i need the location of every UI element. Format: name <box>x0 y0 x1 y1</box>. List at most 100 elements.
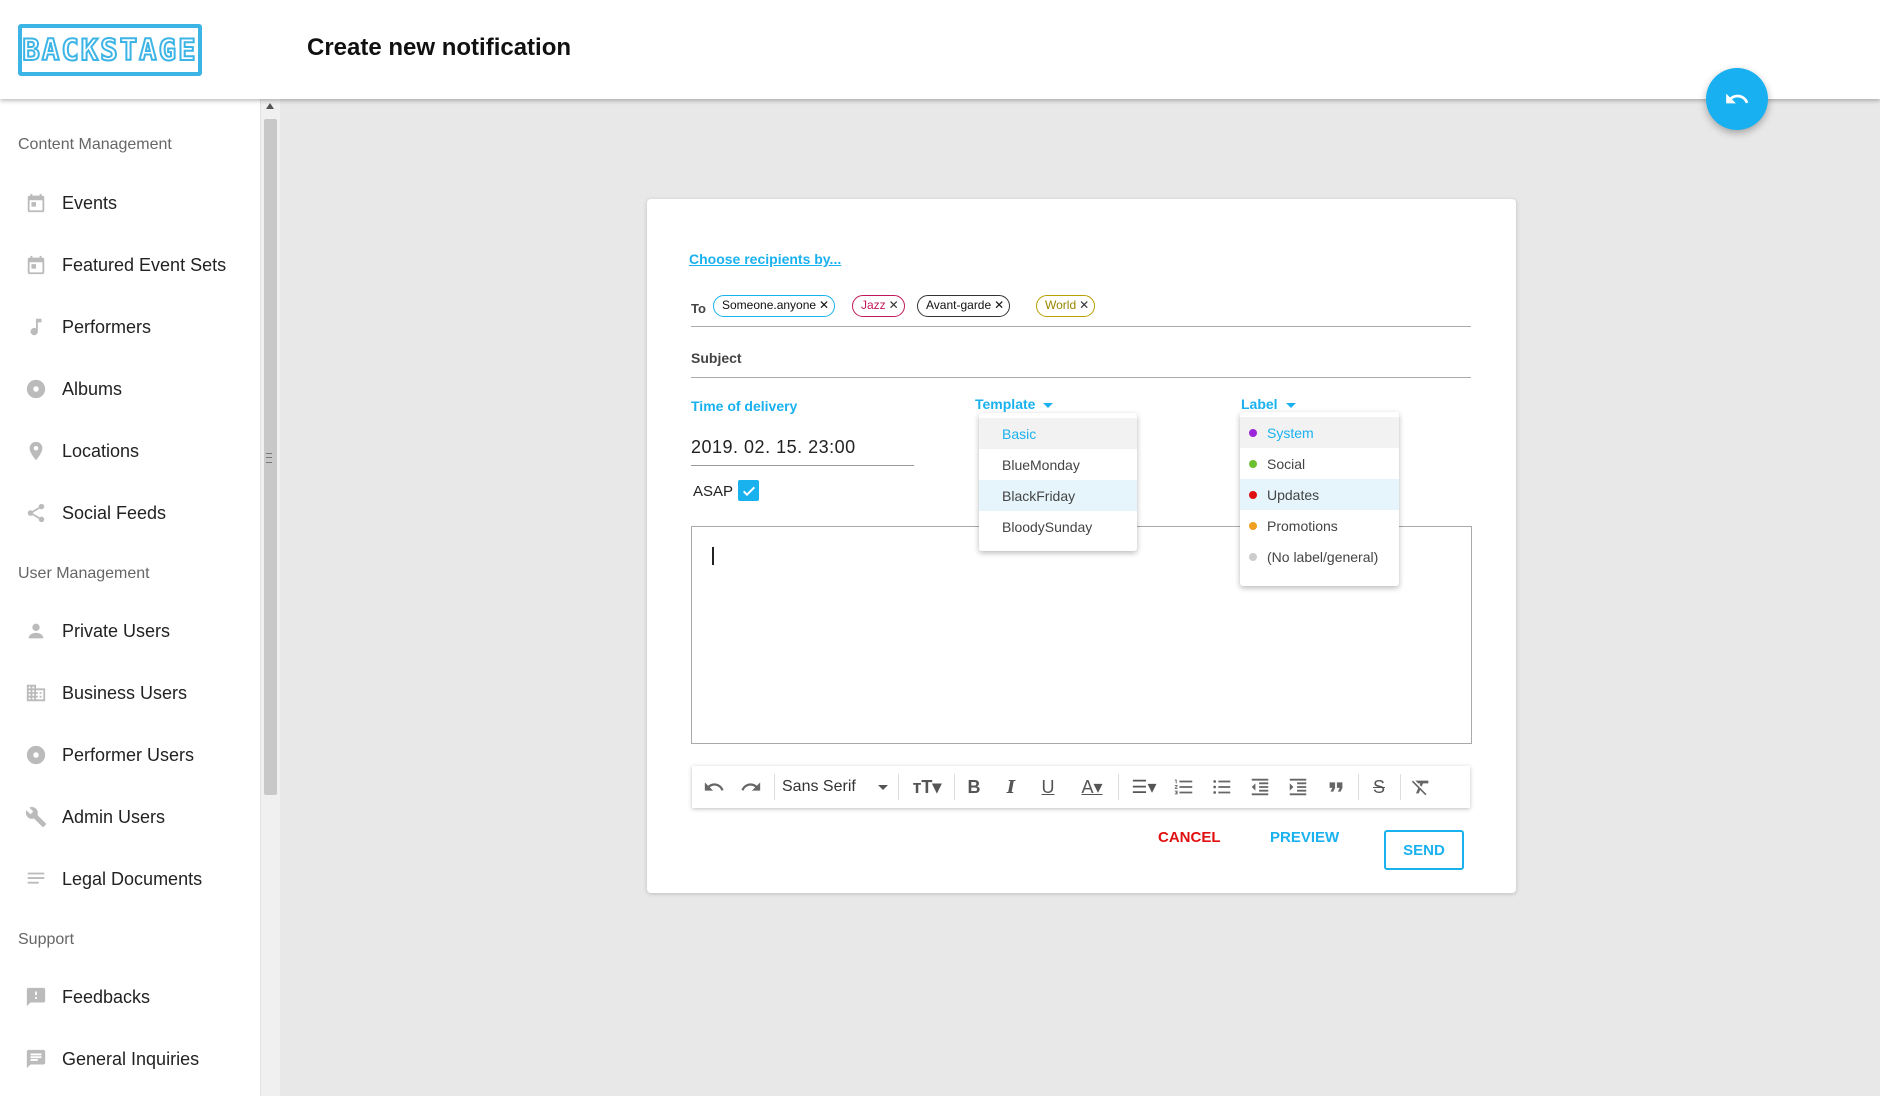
quote-icon <box>1329 782 1343 792</box>
subject-field[interactable]: Subject <box>691 344 1471 378</box>
outdent-button[interactable] <box>1245 775 1275 799</box>
template-label: Template <box>975 396 1036 412</box>
underline-icon: U <box>1041 776 1055 797</box>
undo-icon <box>1726 93 1749 104</box>
template-select[interactable]: Template <box>975 396 1054 412</box>
sidebar-item-label: Albums <box>62 378 123 399</box>
sidebar-item-business-users[interactable]: Business Users <box>0 673 260 713</box>
font-family-select[interactable]: Sans Serif <box>782 775 892 799</box>
bold-button[interactable]: B <box>960 775 988 799</box>
sidebar-item-label: Locations <box>62 440 140 461</box>
text-color-button[interactable]: A▾ <box>1072 775 1112 799</box>
red-dot-icon <box>1249 490 1257 499</box>
sidebar-item-performers[interactable]: Performers <box>0 307 260 347</box>
green-dot-icon <box>1249 459 1257 468</box>
calendar-icon <box>24 191 48 215</box>
person-icon <box>24 619 48 643</box>
to-label: To <box>691 301 706 316</box>
label-select[interactable]: Label <box>1241 396 1296 412</box>
sidebar-scrollbar[interactable] <box>260 99 280 1096</box>
template-option-bluemonday[interactable]: BlueMonday <box>979 449 1137 480</box>
to-field[interactable]: To Someone.anyone ✕ Jazz ✕ Avant-garde ✕ Wo… <box>691 295 1471 327</box>
template-option-bloodysunday[interactable]: BloodySunday <box>979 511 1137 542</box>
clear-format-icon <box>1411 780 1429 796</box>
template-dropdown-menu: Basic BlueMonday BlackFriday BloodySunda… <box>979 413 1137 551</box>
label-option-no-label[interactable]: (No label/general) <box>1240 541 1399 572</box>
recipient-chip[interactable]: World ✕ <box>1036 295 1096 317</box>
close-icon[interactable]: ✕ <box>994 296 1004 315</box>
quote-button[interactable] <box>1321 775 1351 799</box>
asap-label: ASAP <box>693 483 734 500</box>
sidebar-item-performer-users[interactable]: Performer Users <box>0 735 260 775</box>
indent-button[interactable] <box>1283 775 1313 799</box>
close-icon[interactable]: ✕ <box>819 296 829 315</box>
toolbar-separator <box>1358 774 1359 800</box>
sidebar-item-featured-event-sets[interactable]: Featured Event Sets <box>0 245 260 285</box>
sidebar-item-label: Featured Event Sets <box>62 254 227 275</box>
undo-fab-button[interactable] <box>1706 68 1768 130</box>
template-option-blackfriday[interactable]: BlackFriday <box>979 480 1137 511</box>
recipient-chip[interactable]: Someone.anyone ✕ <box>713 295 836 317</box>
subject-label: Subject <box>691 350 742 366</box>
building-icon <box>24 681 48 705</box>
label-dropdown-menu: System Social Updates Promotions (No lab… <box>1240 412 1399 586</box>
sidebar-item-locations[interactable]: Locations <box>0 431 260 471</box>
underline-button[interactable]: U <box>1034 775 1062 799</box>
clear-format-button[interactable] <box>1406 775 1436 799</box>
feedback-icon <box>24 985 48 1009</box>
label-option-text: Social <box>1267 455 1306 472</box>
chip-label: Someone.anyone <box>722 298 817 312</box>
sidebar-item-social-feeds[interactable]: Social Feeds <box>0 493 260 533</box>
recipient-chip[interactable]: Jazz ✕ <box>852 295 905 317</box>
sidebar-item-events[interactable]: Events <box>0 183 260 223</box>
italic-button[interactable]: I <box>997 775 1025 799</box>
asap-checkbox[interactable] <box>738 480 759 501</box>
message-icon <box>24 1047 48 1071</box>
send-button[interactable]: SEND <box>1384 830 1464 870</box>
sidebar-item-feedbacks[interactable]: Feedbacks <box>0 977 260 1017</box>
indent-icon <box>1289 778 1307 796</box>
sidebar-item-albums[interactable]: Albums <box>0 369 260 409</box>
scroll-up-arrow-icon[interactable] <box>266 103 274 109</box>
sidebar-item-admin-users[interactable]: Admin Users <box>0 797 260 837</box>
label-option-text: Promotions <box>1267 517 1338 534</box>
sidebar-item-legal-documents[interactable]: Legal Documents <box>0 859 260 899</box>
gray-dot-icon <box>1249 552 1257 561</box>
choose-recipients-link[interactable]: Choose recipients by... <box>689 251 841 267</box>
undo-button[interactable] <box>700 775 728 799</box>
bold-icon: B <box>967 776 981 797</box>
disc-icon <box>24 377 48 401</box>
close-icon[interactable]: ✕ <box>1079 296 1089 315</box>
label-option-system[interactable]: System <box>1240 417 1399 448</box>
resize-grip-icon[interactable] <box>266 453 272 463</box>
preview-button[interactable]: PREVIEW <box>1270 829 1339 846</box>
redo-button[interactable] <box>737 775 765 799</box>
sidebar-item-general-inquiries[interactable]: General Inquiries <box>0 1039 260 1079</box>
sidebar: Content Management Events Featured Event… <box>0 99 262 1096</box>
close-icon[interactable]: ✕ <box>889 296 899 315</box>
strikethrough-button[interactable]: S <box>1364 775 1394 799</box>
recipient-chip[interactable]: Avant-garde ✕ <box>917 295 1011 317</box>
text-color-icon: A▾ <box>1081 776 1103 797</box>
time-of-delivery-label: Time of delivery <box>691 398 798 414</box>
chevron-down-icon <box>1043 402 1054 408</box>
chip-label: Avant-garde <box>926 298 992 312</box>
bullet-list-button[interactable] <box>1207 775 1237 799</box>
sidebar-item-private-users[interactable]: Private Users <box>0 611 260 651</box>
sidebar-item-label: General Inquiries <box>62 1048 200 1069</box>
time-of-delivery-input[interactable]: 2019. 02. 15. 23:00 <box>691 437 914 466</box>
cancel-button[interactable]: CANCEL <box>1158 829 1221 846</box>
backstage-logo[interactable]: BACKSTAGE <box>18 24 202 76</box>
label-option-updates[interactable]: Updates <box>1240 479 1399 510</box>
ordered-list-button[interactable] <box>1169 775 1199 799</box>
toolbar-separator <box>1400 774 1401 800</box>
page-title: Create new notification <box>307 34 572 61</box>
template-option-basic[interactable]: Basic <box>979 418 1137 449</box>
undo-icon <box>704 782 724 791</box>
align-button[interactable]: ☰▾ <box>1124 775 1164 799</box>
label-option-promotions[interactable]: Promotions <box>1240 510 1399 541</box>
label-option-social[interactable]: Social <box>1240 448 1399 479</box>
font-family-label: Sans Serif <box>782 778 856 795</box>
logo-text: BACKSTAGE <box>21 32 198 68</box>
font-size-button[interactable]: ᴛT▾ <box>906 775 948 799</box>
